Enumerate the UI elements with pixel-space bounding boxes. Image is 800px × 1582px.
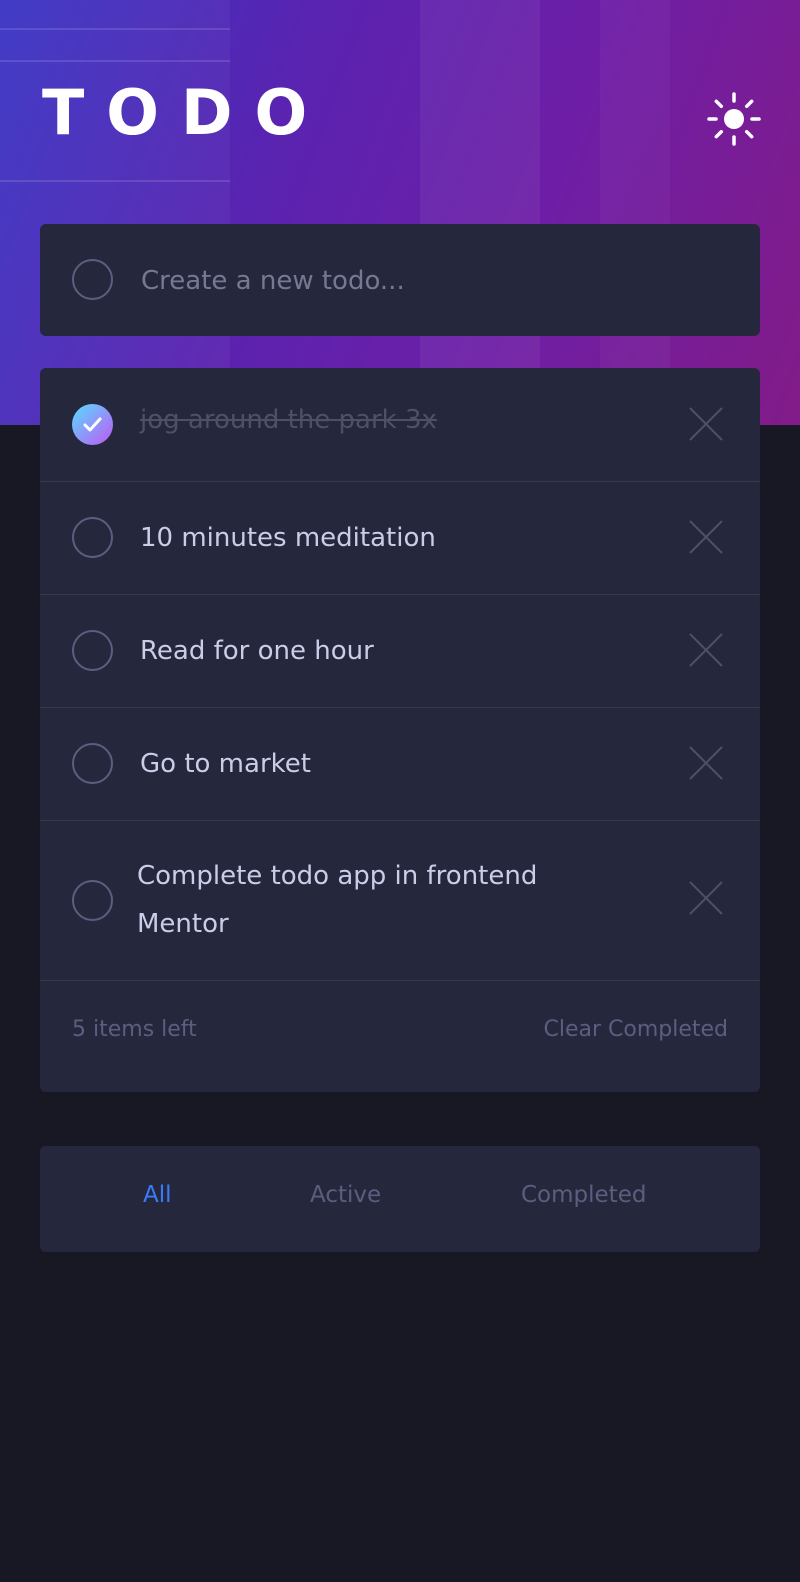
todo-item: Read for one hour [40, 595, 760, 708]
header-background: TODO [0, 0, 800, 425]
filter-completed-button[interactable]: Completed [521, 1182, 646, 1208]
background-pillar-shape [600, 0, 670, 425]
app-title: TODO [42, 76, 330, 149]
todo-checkbox-checked[interactable] [72, 404, 113, 445]
clear-completed-button[interactable]: Clear Completed [543, 1017, 728, 1042]
todo-checkbox[interactable] [72, 630, 113, 671]
todo-item: Complete todo app in frontend Mentor [40, 821, 760, 981]
todo-item: Go to market [40, 708, 760, 821]
close-icon [689, 633, 723, 667]
todo-text: Go to market [140, 749, 311, 779]
background-line [0, 60, 230, 62]
theme-toggle-button[interactable] [706, 91, 762, 147]
close-icon [689, 746, 723, 780]
background-building-shape [0, 0, 230, 425]
close-icon [689, 407, 723, 441]
delete-todo-button[interactable] [688, 632, 724, 668]
delete-todo-button[interactable] [688, 406, 724, 442]
items-left-count: 5 items left [72, 1017, 197, 1042]
new-todo-input[interactable] [139, 258, 723, 304]
todo-item: 10 minutes meditation [40, 482, 760, 595]
delete-todo-button[interactable] [688, 880, 724, 916]
todo-checkbox[interactable] [72, 517, 113, 558]
filter-all-button[interactable]: All [143, 1182, 172, 1208]
check-icon [83, 417, 102, 432]
delete-todo-button[interactable] [688, 745, 724, 781]
background-line [0, 180, 230, 182]
new-todo-card [40, 224, 760, 336]
todo-text: jog around the park 3x [140, 405, 437, 435]
todo-text: Complete todo app in frontend Mentor [137, 861, 538, 939]
todo-text: Read for one hour [140, 636, 374, 666]
todo-checkbox[interactable] [72, 880, 113, 921]
new-todo-check-circle[interactable] [72, 259, 113, 300]
list-footer: 5 items left Clear Completed [40, 981, 760, 1092]
todo-text: 10 minutes meditation [140, 523, 436, 553]
filter-bar: All Active Completed [40, 1146, 760, 1252]
delete-todo-button[interactable] [688, 519, 724, 555]
filter-active-button[interactable]: Active [310, 1182, 381, 1208]
close-icon [689, 881, 723, 915]
close-icon [689, 520, 723, 554]
background-line [0, 28, 230, 30]
background-pillar-shape [420, 0, 540, 425]
todo-list: jog around the park 3x 10 minutes medita… [40, 368, 760, 1092]
todo-item: jog around the park 3x [40, 368, 760, 482]
todo-checkbox[interactable] [72, 743, 113, 784]
sun-icon [707, 92, 761, 146]
